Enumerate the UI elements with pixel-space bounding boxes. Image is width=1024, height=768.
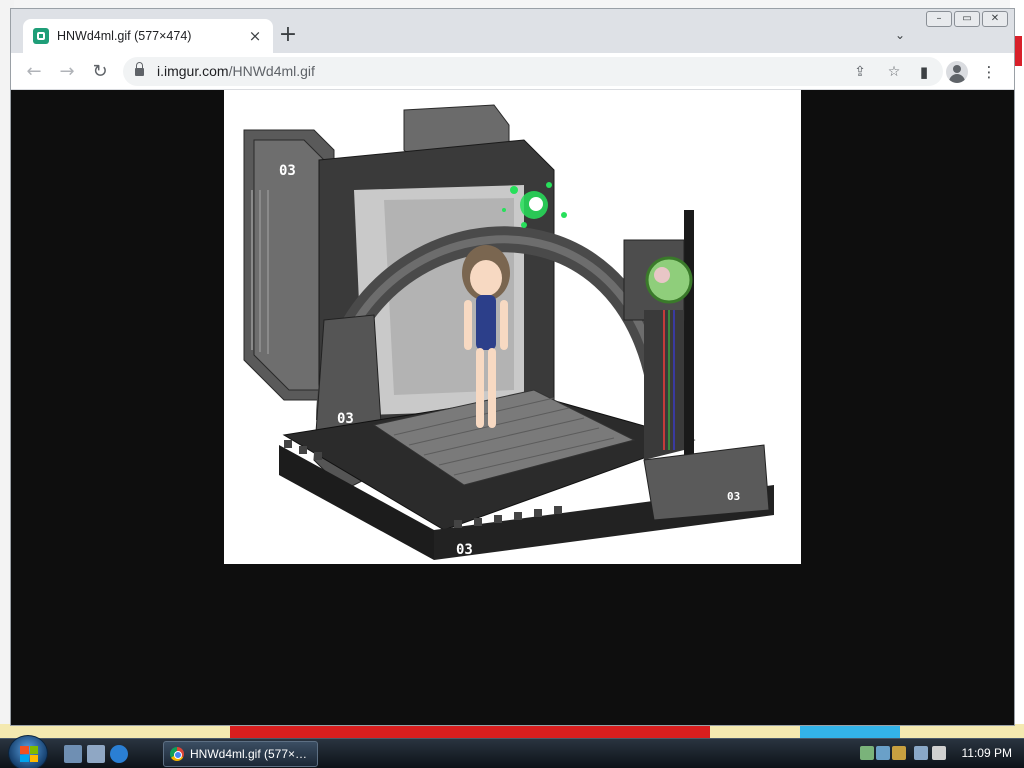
switch-windows-icon[interactable] [87, 745, 105, 763]
machine-label-03: 03 [337, 411, 354, 427]
tab-search-chevron-icon[interactable]: ⌄ [892, 27, 908, 43]
clock[interactable]: 11:09 PM [962, 746, 1012, 760]
side-panel-icon[interactable]: ▮ [914, 62, 934, 82]
show-desktop-icon[interactable] [64, 745, 82, 763]
window-controls: – ▭ ✕ [926, 11, 1008, 27]
desktop-background-bottom [0, 724, 1024, 738]
forward-arrow-icon[interactable]: → [54, 59, 80, 85]
pixel-art-machine-illustration: 03 03 03 03 [243, 104, 774, 560]
restore-button[interactable]: ▭ [954, 11, 980, 27]
displayed-gif-image[interactable]: 03 03 03 03 [224, 90, 801, 564]
tab-active[interactable]: HNWd4ml.gif (577×474) × [23, 19, 273, 53]
machine-label-03: 03 [727, 490, 740, 503]
tray-app-icon[interactable] [876, 746, 890, 760]
chrome-icon [170, 747, 184, 761]
share-icon[interactable]: ⇪ [851, 63, 869, 81]
machine-label-03: 03 [456, 542, 473, 558]
tray-app-icon[interactable] [860, 746, 874, 760]
minimize-button[interactable]: – [926, 11, 952, 27]
bookmark-star-icon[interactable]: ☆ [885, 63, 903, 81]
tab-strip: HNWd4ml.gif (577×474) × + ⌄ – ▭ ✕ [11, 9, 1014, 53]
url-domain: i.imgur.com [157, 63, 229, 79]
browser-window: HNWd4ml.gif (577×474) × + ⌄ – ▭ ✕ ← → ↻ … [10, 8, 1015, 726]
close-tab-icon[interactable]: × [247, 28, 263, 44]
back-arrow-icon[interactable]: ← [21, 59, 47, 85]
windows-logo-icon [20, 746, 38, 762]
machine-label-03: 03 [279, 163, 296, 179]
internet-explorer-icon[interactable] [110, 745, 128, 763]
taskbar-item-chrome[interactable]: HNWd4ml.gif (577×… [163, 741, 318, 767]
taskbar: HNWd4ml.gif (577×… 11:09 PM [0, 735, 1024, 768]
start-button[interactable] [8, 735, 48, 768]
imgur-favicon-icon [33, 28, 49, 44]
lock-icon[interactable] [135, 62, 144, 76]
profile-avatar-icon[interactable] [946, 61, 968, 83]
url-path: /HNWd4ml.gif [228, 63, 315, 79]
url-text[interactable]: i.imgur.com/HNWd4ml.gif [157, 63, 315, 79]
new-tab-button[interactable]: + [277, 24, 299, 47]
close-window-button[interactable]: ✕ [982, 11, 1008, 27]
browser-toolbar: ← → ↻ i.imgur.com/HNWd4ml.gif ⇪ ☆ ▮ ⋮ [11, 53, 1014, 90]
tray-app-icon[interactable] [892, 746, 906, 760]
system-tray: 11:09 PM [854, 739, 1024, 768]
network-icon[interactable] [914, 746, 928, 760]
volume-muted-icon[interactable] [932, 746, 946, 760]
menu-kebab-icon[interactable]: ⋮ [979, 62, 999, 82]
address-bar[interactable]: i.imgur.com/HNWd4ml.gif ⇪ ☆ [123, 57, 943, 86]
reload-icon[interactable]: ↻ [87, 59, 113, 85]
tab-title: HNWd4ml.gif (577×474) [57, 29, 192, 43]
taskbar-item-label: HNWd4ml.gif (577×… [190, 747, 308, 761]
